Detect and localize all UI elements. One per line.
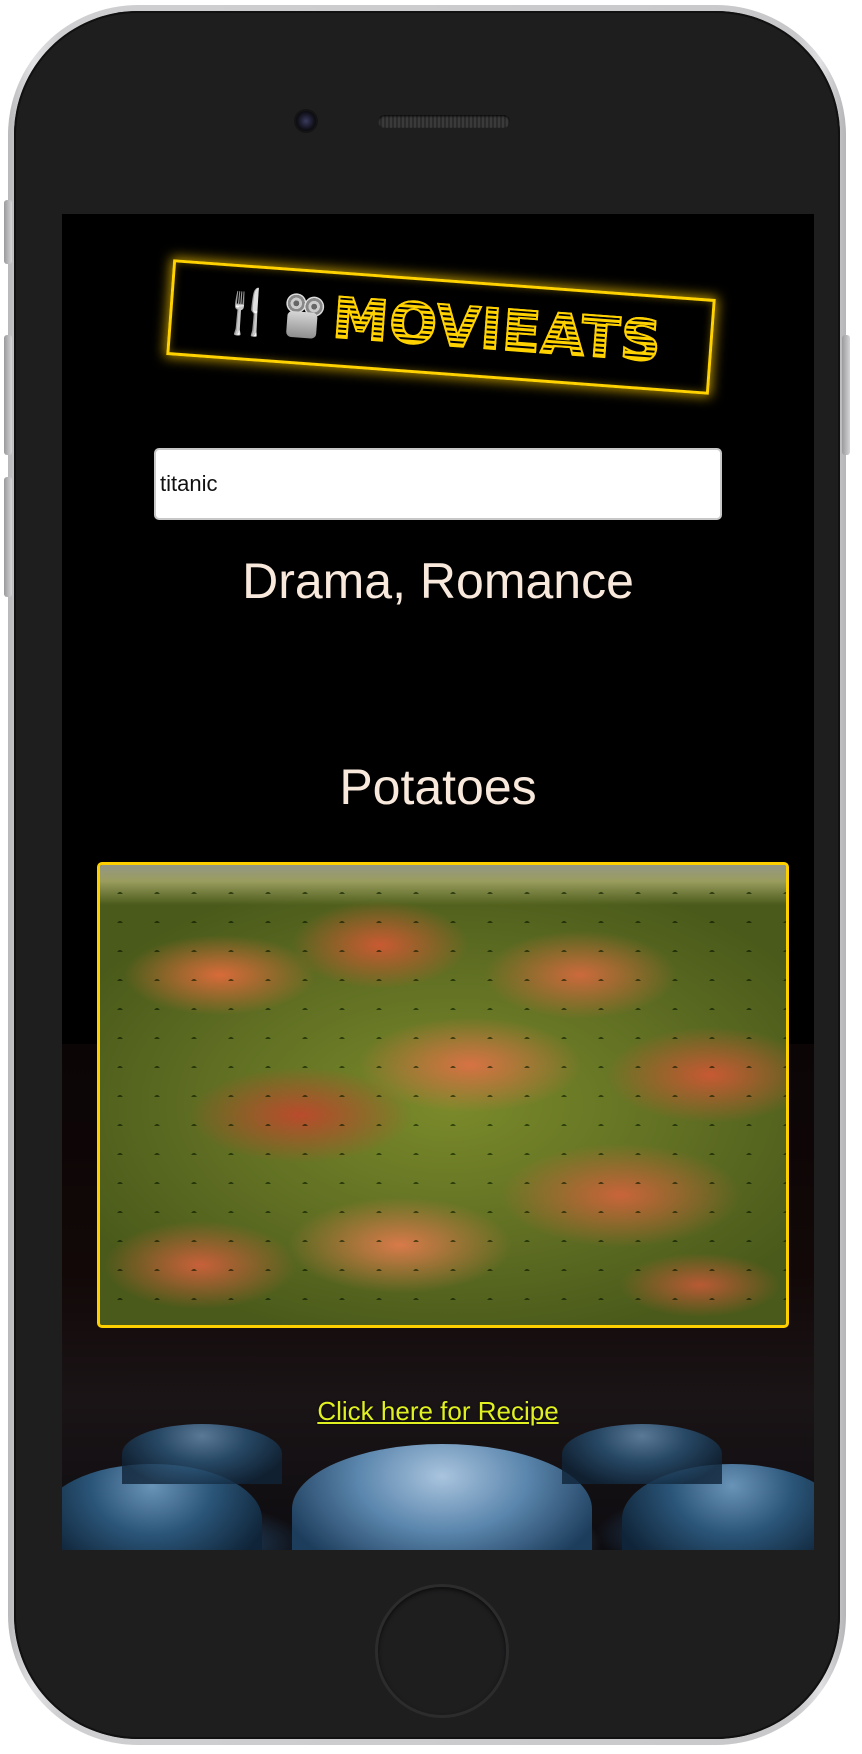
dish-image: [97, 862, 789, 1328]
mute-switch: [4, 200, 12, 264]
app-logo-text: MOVIEATS: [329, 285, 665, 376]
app-logo: 🍴 MOVIEATS: [166, 259, 716, 395]
recipe-link[interactable]: Click here for Recipe: [62, 1396, 814, 1427]
fork-knife-icon: 🍴: [218, 285, 277, 339]
earpiece-speaker: [378, 115, 510, 128]
film-projector-icon: [281, 292, 326, 341]
volume-up-button: [4, 335, 12, 455]
front-camera-icon: [296, 111, 316, 131]
app-screen: 🍴 MOVIEATS Drama, Romance Potatoes: [62, 214, 814, 1550]
power-button: [842, 335, 850, 455]
movie-search-input[interactable]: [154, 448, 722, 520]
dish-title: Potatoes: [339, 759, 537, 815]
home-button[interactable]: [378, 1587, 506, 1715]
movie-genre: Drama, Romance: [242, 553, 634, 609]
volume-down-button: [4, 477, 12, 597]
phone-frame: 🍴 MOVIEATS Drama, Romance Potatoes: [4, 5, 850, 1745]
